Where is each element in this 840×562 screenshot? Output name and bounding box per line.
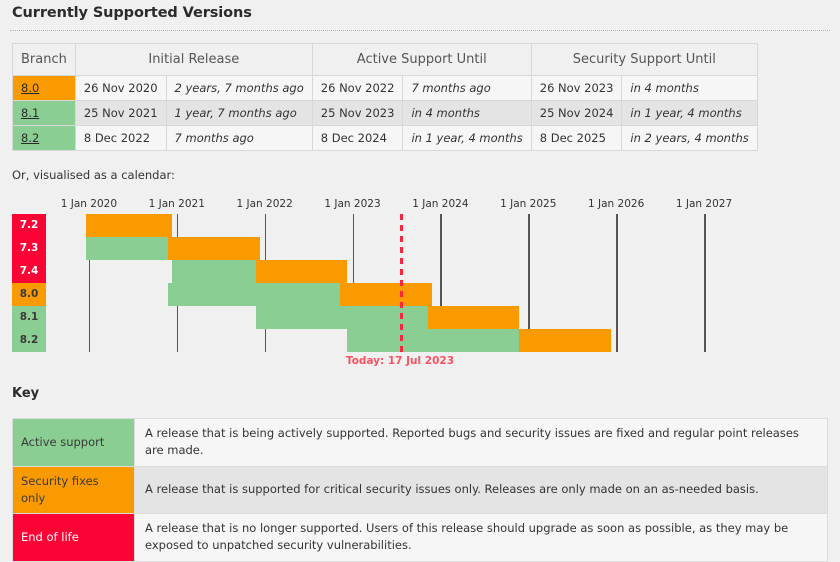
security-until-date-82: 8 Dec 2025 <box>530 125 623 151</box>
chart-bar-8-1-active <box>255 306 432 329</box>
active-until-date-80: 26 Nov 2022 <box>311 75 404 101</box>
supported-versions-table: Branch Initial Release Active Support Un… <box>12 43 758 151</box>
key-description-end-of-life: A release that is no longer supported. U… <box>134 513 828 562</box>
initial-release-ago-81: 1 year, 7 months ago <box>165 100 313 126</box>
branch-link-81[interactable]: 8.1 <box>21 106 39 120</box>
column-header-initial-release: Initial Release <box>74 43 313 76</box>
security-until-ago-80: in 4 months <box>621 75 758 101</box>
branch-cell-80[interactable]: 8.0 <box>12 75 76 101</box>
table-row: 8.2 8 Dec 2022 7 months ago 8 Dec 2024 i… <box>12 125 758 151</box>
branch-cell-82[interactable]: 8.2 <box>12 125 76 151</box>
active-until-ago-81: in 4 months <box>402 100 532 126</box>
table-header-row: Branch Initial Release Active Support Un… <box>12 43 758 76</box>
x-axis-tick-4: 1 Jan 2024 <box>412 198 469 210</box>
today-marker-line <box>399 214 403 352</box>
chart-body: 7.2 7.3 7.4 8.0 8.1 8.2 <box>12 214 736 352</box>
security-until-ago-82: in 2 years, 4 months <box>621 125 758 151</box>
chart-branch-label-8-0: 8.0 <box>12 283 46 306</box>
key-swatch-security-fixes: Security fixes only <box>12 465 135 514</box>
key-row: End of life A release that is no longer … <box>12 513 828 562</box>
column-header-active-support: Active Support Until <box>311 43 532 76</box>
chart-x-axis: 1 Jan 2020 1 Jan 2021 1 Jan 2022 1 Jan 2023… <box>12 198 732 212</box>
chart-bar-7-3-security <box>167 237 261 260</box>
column-header-branch: Branch <box>12 43 76 76</box>
chart-bar-8-2-active <box>347 329 523 352</box>
chart-bar-8-0-security <box>340 283 432 306</box>
chart-branch-label-7-4: 7.4 <box>12 260 46 283</box>
x-axis-tick-3: 1 Jan 2023 <box>324 198 381 210</box>
chart-gridline-7 <box>704 214 706 352</box>
initial-release-ago-80: 2 years, 7 months ago <box>165 75 313 101</box>
page-title: Currently Supported Versions <box>12 5 252 21</box>
chart-bar-8-1-security <box>428 306 520 329</box>
chart-branch-label-8-2: 8.2 <box>12 329 46 352</box>
key-swatch-end-of-life: End of life <box>12 513 135 562</box>
x-axis-tick-0: 1 Jan 2020 <box>60 198 118 210</box>
chart-bar-7-4-active <box>171 260 261 283</box>
initial-release-ago-82: 7 months ago <box>165 125 313 151</box>
key-row: Security fixes only A release that is su… <box>12 465 828 514</box>
branch-cell-81[interactable]: 8.1 <box>12 100 76 126</box>
table-row: 8.0 26 Nov 2020 2 years, 7 months ago 26… <box>12 75 758 101</box>
chart-branch-label-7-3: 7.3 <box>12 237 46 260</box>
branch-link-82[interactable]: 8.2 <box>21 131 39 145</box>
column-header-security-support: Security Support Until <box>530 43 758 76</box>
security-until-date-80: 26 Nov 2023 <box>530 75 623 101</box>
x-axis-tick-2: 1 Jan 2022 <box>236 198 293 210</box>
supported-versions-page: Currently Supported Versions Branch Init… <box>0 0 840 562</box>
chart-gridline-6 <box>616 214 618 352</box>
active-until-date-81: 25 Nov 2023 <box>311 100 404 126</box>
key-description-active-support: A release that is being actively support… <box>134 418 828 467</box>
active-until-ago-80: 7 months ago <box>402 75 532 101</box>
chart-bar-7-2-security <box>86 214 172 237</box>
key-table: Active support A release that is being a… <box>12 418 828 562</box>
chart-branch-label-8-1: 8.1 <box>12 306 46 329</box>
calendar-intro-text: Or, visualised as a calendar: <box>12 168 175 182</box>
today-marker-label: Today: 17 Jul 2023 <box>345 355 455 367</box>
x-axis-tick-6: 1 Jan 2026 <box>587 198 645 210</box>
chart-branch-label-7-2: 7.2 <box>12 214 46 237</box>
title-divider <box>10 30 830 31</box>
chart-bar-7-3-active <box>86 237 172 260</box>
key-description-security-fixes: A release that is supported for critical… <box>134 465 828 514</box>
versions-gantt-chart: 1 Jan 2020 1 Jan 2021 1 Jan 2022 1 Jan 2023… <box>12 198 830 367</box>
chart-bar-8-0-active <box>167 283 344 306</box>
key-swatch-active-support: Active support <box>12 418 135 467</box>
key-heading: Key <box>12 386 40 401</box>
x-axis-tick-7: 1 Jan 2027 <box>675 198 733 210</box>
active-until-ago-82: in 1 year, 4 months <box>402 125 532 151</box>
initial-release-date-80: 26 Nov 2020 <box>74 75 167 101</box>
initial-release-date-81: 25 Nov 2021 <box>74 100 167 126</box>
initial-release-date-82: 8 Dec 2022 <box>74 125 167 151</box>
active-until-date-82: 8 Dec 2024 <box>311 125 404 151</box>
x-axis-tick-1: 1 Jan 2021 <box>148 198 205 210</box>
chart-bar-7-4-security <box>255 260 348 283</box>
chart-branch-labels: 7.2 7.3 7.4 8.0 8.1 8.2 <box>12 214 46 352</box>
x-axis-tick-5: 1 Jan 2025 <box>500 198 557 210</box>
security-until-ago-81: in 1 year, 4 months <box>621 100 758 126</box>
branch-link-80[interactable]: 8.0 <box>21 81 39 95</box>
table-row: 8.1 25 Nov 2021 1 year, 7 months ago 25 … <box>12 100 758 126</box>
chart-plot-area <box>52 214 736 352</box>
chart-bar-8-2-security <box>519 329 611 352</box>
key-row: Active support A release that is being a… <box>12 418 828 467</box>
security-until-date-81: 25 Nov 2024 <box>530 100 623 126</box>
